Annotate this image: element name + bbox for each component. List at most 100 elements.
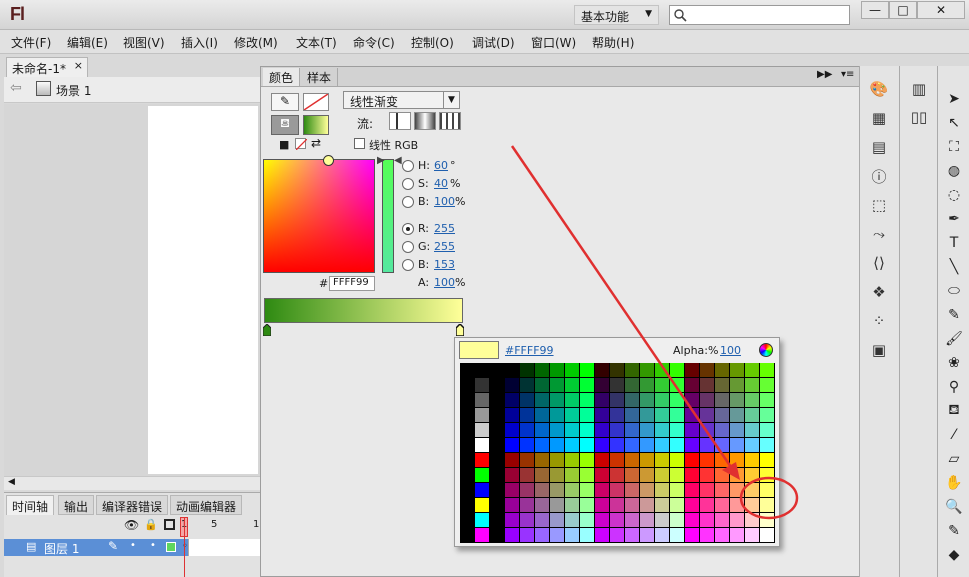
swatch-cell[interactable]: [760, 393, 774, 407]
maximize-button[interactable]: □: [889, 1, 917, 19]
swatch-cell[interactable]: [625, 438, 639, 452]
color-picker-field[interactable]: [263, 155, 375, 273]
swatch-cell[interactable]: [670, 408, 684, 422]
swatch-cell[interactable]: [520, 378, 534, 392]
swatch-cell[interactable]: [640, 393, 654, 407]
close-icon[interactable]: ×: [74, 59, 83, 72]
radio-b[interactable]: [402, 196, 414, 208]
brush-icon[interactable]: 🖌: [942, 328, 966, 350]
eraser-icon[interactable]: ▱: [942, 448, 966, 470]
swatch-cell[interactable]: [640, 438, 654, 452]
color-picker-handle[interactable]: [323, 155, 334, 166]
paint-bucket-swatch-icon[interactable]: 🎨: [867, 78, 891, 100]
swatch-cell[interactable]: [535, 483, 549, 497]
swatch-cell[interactable]: [670, 378, 684, 392]
swatch-cell[interactable]: [610, 513, 624, 527]
pen-icon[interactable]: ✒: [942, 208, 966, 230]
tab-motion-editor[interactable]: 动画编辑器: [170, 495, 243, 515]
swatch-cell[interactable]: [505, 393, 519, 407]
menu-debug[interactable]: 调试(D): [472, 34, 515, 51]
swatch-cell[interactable]: [715, 528, 729, 542]
swatch-cell[interactable]: [460, 483, 474, 497]
swatch-cell[interactable]: [670, 468, 684, 482]
swatch-cell[interactable]: [490, 393, 504, 407]
swatch-cell[interactable]: [715, 468, 729, 482]
swatch-cell[interactable]: [460, 408, 474, 422]
swatch-cell[interactable]: [475, 378, 489, 392]
flow-extend-button[interactable]: [389, 112, 411, 130]
swatch-cell[interactable]: [760, 498, 774, 512]
swatch-cell[interactable]: [730, 528, 744, 542]
swatch-cell[interactable]: [760, 468, 774, 482]
swatch-cell[interactable]: [460, 378, 474, 392]
swatch-cell[interactable]: [760, 423, 774, 437]
swatch-cell[interactable]: [610, 393, 624, 407]
swatch-cell[interactable]: [475, 468, 489, 482]
alpha-value[interactable]: 100: [434, 276, 455, 289]
swatch-cell[interactable]: [520, 438, 534, 452]
swatch-cell[interactable]: [490, 378, 504, 392]
bone-icon[interactable]: ⚲: [942, 376, 966, 398]
swatch-cell[interactable]: [550, 378, 564, 392]
swatch-cell[interactable]: [580, 498, 594, 512]
zoom-icon[interactable]: 🔍: [942, 496, 966, 518]
b-value[interactable]: 100: [434, 195, 455, 208]
swatch-cell[interactable]: [760, 528, 774, 542]
swatch-cell[interactable]: [520, 483, 534, 497]
back-arrow-icon[interactable]: ⇦: [10, 80, 22, 96]
swatch-cell[interactable]: [610, 483, 624, 497]
swatch-cell[interactable]: [655, 498, 669, 512]
swatch-cell[interactable]: [700, 378, 714, 392]
swatch-cell[interactable]: [520, 528, 534, 542]
swatch-cell[interactable]: [460, 393, 474, 407]
swatch-cell[interactable]: [640, 408, 654, 422]
swatch-cell[interactable]: [730, 378, 744, 392]
swatch-cell[interactable]: [475, 438, 489, 452]
swatch-cell[interactable]: [505, 453, 519, 467]
swatch-cell[interactable]: [715, 483, 729, 497]
swatch-cell[interactable]: [565, 528, 579, 542]
swatch-cell[interactable]: [745, 468, 759, 482]
swatch-cell[interactable]: [505, 408, 519, 422]
tab-color[interactable]: 颜色: [263, 68, 301, 86]
swatch-cell[interactable]: [565, 483, 579, 497]
swatch-cell[interactable]: [595, 513, 609, 527]
swatch-cell[interactable]: [565, 408, 579, 422]
fill-color-swatch[interactable]: [303, 115, 329, 135]
swatch-cell[interactable]: [625, 423, 639, 437]
outline-icon[interactable]: [164, 519, 175, 530]
stage[interactable]: [148, 106, 258, 474]
swatch-cell[interactable]: [760, 363, 774, 377]
swatch-cell[interactable]: [580, 453, 594, 467]
eyedropper-icon[interactable]: ⁄: [942, 424, 966, 446]
swatch-cell[interactable]: [655, 423, 669, 437]
swatch-cell[interactable]: [745, 528, 759, 542]
swatch-cell[interactable]: [505, 468, 519, 482]
swatch-cell[interactable]: [715, 513, 729, 527]
swatch-cell[interactable]: [625, 363, 639, 377]
swatch-cell[interactable]: [685, 498, 699, 512]
swatch-cell[interactable]: [490, 483, 504, 497]
swatch-cell[interactable]: [595, 453, 609, 467]
r-value[interactable]: 255: [434, 222, 455, 235]
swatch-cell[interactable]: [625, 468, 639, 482]
swatch-cell[interactable]: [760, 408, 774, 422]
swatch-cell[interactable]: [580, 513, 594, 527]
swatch-cell[interactable]: [565, 393, 579, 407]
swatch-cell[interactable]: [610, 453, 624, 467]
swatch-cell[interactable]: [655, 378, 669, 392]
swatch-cell[interactable]: [460, 363, 474, 377]
swatch-cell[interactable]: [520, 453, 534, 467]
swatch-cell[interactable]: [745, 408, 759, 422]
radio-g[interactable]: [402, 241, 414, 253]
swatch-cell[interactable]: [730, 393, 744, 407]
swatch-cell[interactable]: [565, 513, 579, 527]
swatch-cell[interactable]: [595, 363, 609, 377]
swatch-cell[interactable]: [745, 438, 759, 452]
swatch-cell[interactable]: [520, 363, 534, 377]
swatch-cell[interactable]: [535, 468, 549, 482]
swatch-cell[interactable]: [595, 378, 609, 392]
swatch-cell[interactable]: [550, 483, 564, 497]
swatch-cell[interactable]: [745, 363, 759, 377]
tab-output[interactable]: 输出: [58, 495, 95, 515]
